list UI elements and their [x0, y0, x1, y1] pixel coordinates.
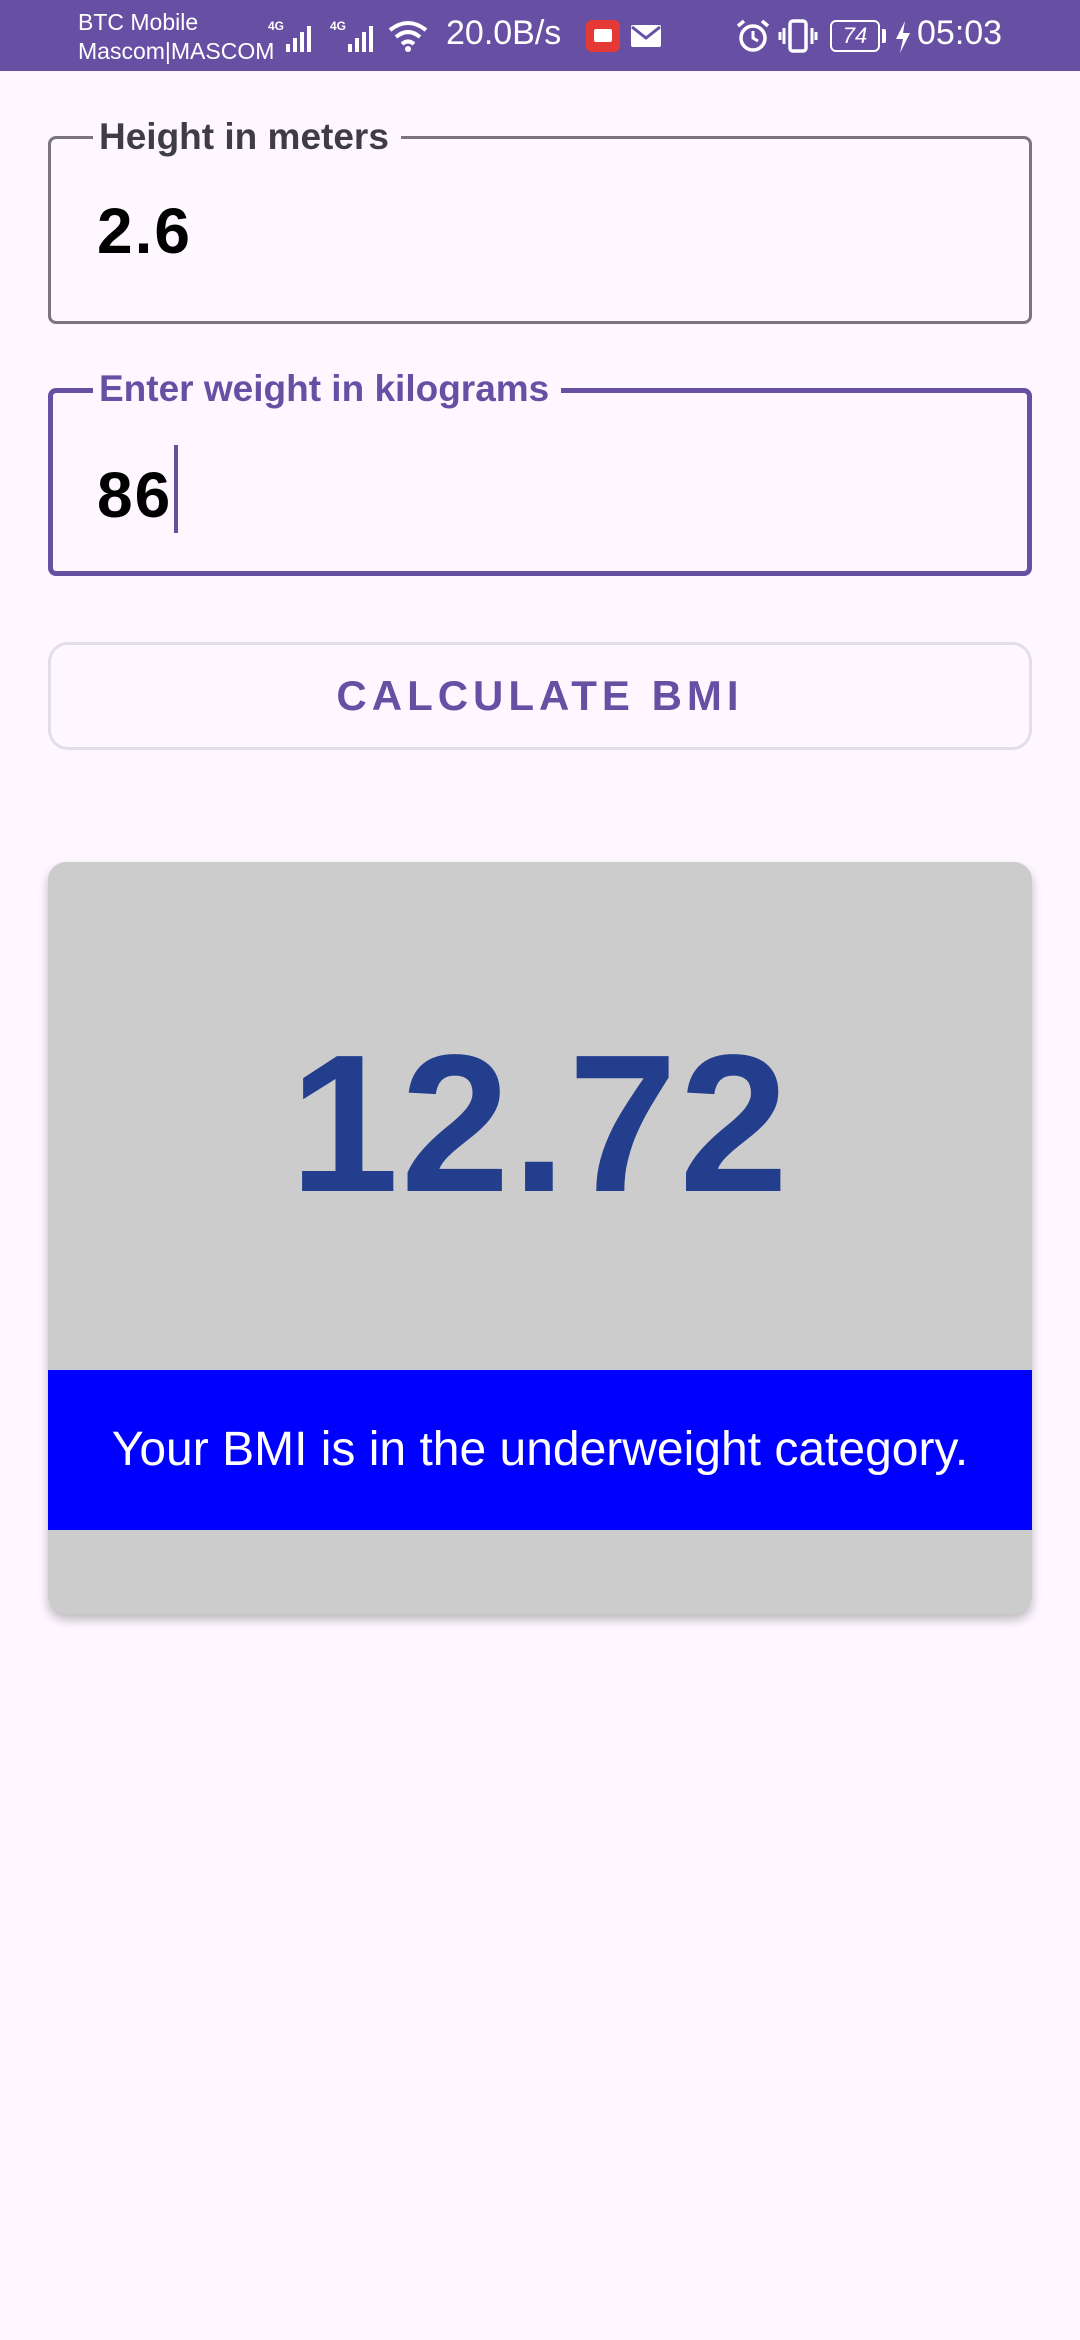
height-field-label: Height in meters	[93, 115, 401, 159]
height-input[interactable]: 2.6	[97, 193, 192, 269]
network-type-label: 4G	[330, 19, 346, 33]
result-card: 12.72 Your BMI is in the underweight cat…	[48, 862, 1032, 1614]
height-field[interactable]: Height in meters 2.6	[48, 115, 1032, 324]
carrier-name-2: Mascom|MASCOM	[78, 38, 275, 64]
carrier-name-1: BTC Mobile	[78, 9, 199, 35]
bmi-category-banner: Your BMI is in the underweight category.	[48, 1370, 1032, 1530]
bmi-category-message: Your BMI is in the underweight category.	[111, 1423, 969, 1476]
notification-icon	[586, 20, 620, 52]
battery-tip	[882, 29, 886, 43]
charging-icon	[896, 21, 910, 53]
clock: 05:03	[917, 14, 1003, 52]
signal-icon: 4G	[268, 19, 311, 52]
text-cursor	[174, 445, 179, 533]
bmi-value: 12.72	[289, 1014, 791, 1233]
vibrate-icon	[778, 19, 818, 53]
network-type-label: 4G	[268, 19, 284, 33]
signal-icon: 4G	[330, 19, 373, 52]
carrier-info: BTC Mobile Mascom|MASCOM	[78, 8, 274, 66]
network-speed: 20.0B/s	[446, 14, 562, 52]
weight-input[interactable]: 86	[97, 445, 179, 533]
weight-input-value: 86	[97, 459, 173, 531]
battery-icon: 74	[830, 20, 880, 52]
mail-icon	[631, 25, 661, 47]
alarm-icon	[736, 19, 770, 52]
weight-field[interactable]: Enter weight in kilograms 86	[48, 367, 1032, 576]
wifi-icon	[388, 21, 428, 52]
calculate-bmi-button[interactable]: CALCULATE BMI	[48, 642, 1032, 750]
weight-field-label: Enter weight in kilograms	[93, 367, 562, 411]
status-bar: BTC Mobile Mascom|MASCOM 4G 4G 20.0B/s 7…	[0, 0, 1080, 71]
